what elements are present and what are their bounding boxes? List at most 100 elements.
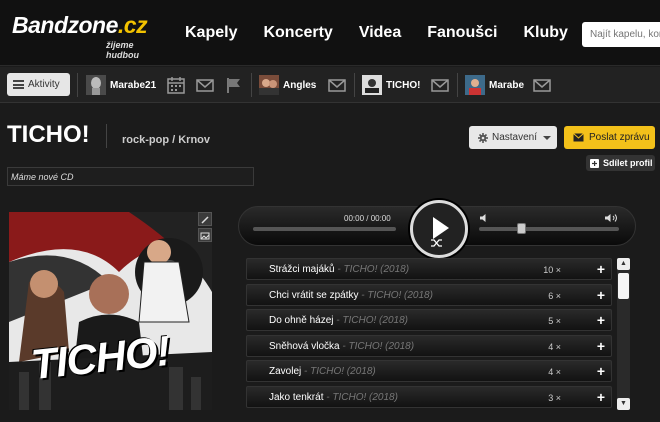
band-photo-icon: [259, 75, 279, 95]
time-display: 00:00 / 00:00: [344, 214, 391, 223]
envelope-icon[interactable]: [327, 75, 347, 95]
activity-bar: Aktivity Marabe21 Angles TICHO! Marabe: [0, 67, 660, 103]
track-row[interactable]: Zavolej - TICHO! (2018) 4 × +: [246, 360, 612, 382]
edit-icon[interactable]: [198, 212, 212, 226]
track-title: Do ohně házej: [269, 315, 334, 326]
track-meta: TICHO! (2018): [332, 391, 398, 403]
user-item-marabe21[interactable]: Marabe21: [86, 73, 156, 97]
track-meta: TICHO! (2018): [348, 340, 415, 352]
settings-label: Nastavení: [492, 132, 538, 143]
send-message-label: Poslat zprávu: [589, 132, 650, 143]
track-list-scrollbar[interactable]: ▲ ▼: [617, 258, 630, 410]
track-row[interactable]: Strážci majáků - TICHO! (2018) 10 × +: [246, 258, 612, 280]
add-track-button[interactable]: +: [597, 312, 605, 328]
avatar: [362, 75, 382, 95]
track-row[interactable]: Chci vrátit se zpátky - TICHO! (2018) 6 …: [246, 283, 612, 306]
track-meta: TICHO! (2018): [342, 315, 408, 326]
volume-low-icon[interactable]: [479, 213, 489, 223]
nav-kapely[interactable]: Kapely: [185, 24, 237, 42]
play-count: 6 ×: [548, 290, 561, 301]
track-separator: -: [339, 340, 349, 352]
share-profile-label: Sdílet profil: [603, 158, 653, 168]
logo-domain-text: .cz: [117, 12, 148, 38]
add-track-button[interactable]: +: [597, 261, 605, 277]
envelope-icon[interactable]: [195, 75, 215, 95]
logo-tagline: žijeme hudbou: [106, 40, 139, 60]
add-track-button[interactable]: +: [597, 363, 605, 379]
track-row[interactable]: Sněhová vločka - TICHO! (2018) 4 × +: [246, 334, 612, 357]
track-meta: TICHO! (2018): [343, 264, 410, 275]
top-bar: Bandzone.cz žijeme hudbou Kapely Koncert…: [0, 0, 660, 66]
avatar: [259, 75, 279, 95]
play-count: 4 ×: [548, 341, 561, 352]
play-count: 5 ×: [548, 316, 561, 326]
volume-high-icon[interactable]: [604, 213, 620, 223]
share-profile-button[interactable]: Sdílet profil: [586, 155, 655, 171]
progress-bar[interactable]: [253, 227, 396, 231]
gear-icon: [478, 132, 488, 143]
track-row[interactable]: Do ohně házej - TICHO! (2018) 5 × +: [246, 309, 612, 331]
play-count: 4 ×: [548, 367, 561, 377]
volume-slider[interactable]: [479, 227, 619, 231]
caret-down-icon: [543, 135, 552, 140]
activity-button-label: Aktivity: [28, 79, 60, 90]
nav-videa[interactable]: Videa: [359, 24, 401, 42]
image-icon[interactable]: [198, 228, 212, 242]
nav-koncerty[interactable]: Koncerty: [263, 24, 332, 42]
add-track-button[interactable]: +: [597, 389, 605, 405]
list-icon: [13, 80, 24, 89]
calendar-icon[interactable]: [166, 75, 186, 95]
status-message: Máme nové CD: [7, 167, 254, 186]
user-item-ticho[interactable]: TICHO!: [362, 73, 420, 97]
user-name: Marabe21: [110, 79, 157, 91]
avatar: [86, 75, 106, 95]
track-separator: -: [301, 366, 311, 377]
band-name: TICHO!: [7, 121, 90, 148]
nav-kluby[interactable]: Kluby: [523, 24, 567, 42]
flag-icon[interactable]: [224, 75, 244, 95]
shuffle-icon[interactable]: [430, 238, 443, 248]
track-list: Strážci majáků - TICHO! (2018) 10 × + Ch…: [246, 258, 612, 411]
send-message-button[interactable]: Poslat zprávu: [564, 126, 655, 149]
band-photo-icon: [465, 75, 485, 95]
nav-fanousci[interactable]: Fanoušci: [427, 24, 497, 42]
user-item-angles[interactable]: Angles: [259, 73, 316, 97]
band-photo-icon: [362, 75, 382, 95]
add-track-button[interactable]: +: [597, 287, 605, 303]
track-title: Strážci majáků: [269, 264, 335, 275]
logo-main-text: Bandzone: [12, 12, 118, 38]
divider: [457, 73, 458, 97]
search-input[interactable]: [582, 22, 660, 47]
volume-slider-handle[interactable]: [517, 223, 526, 234]
avatar: [465, 75, 485, 95]
envelope-icon[interactable]: [430, 75, 450, 95]
divider: [77, 73, 78, 97]
envelope-icon[interactable]: [532, 75, 552, 95]
track-title: Zavolej: [269, 366, 302, 377]
track-title: Jako tenkrát: [269, 391, 324, 403]
track-title: Sněhová vločka: [269, 340, 340, 352]
user-name: Marabe: [489, 79, 525, 91]
track-row[interactable]: Jako tenkrát - TICHO! (2018) 3 × +: [246, 385, 612, 408]
person-icon: [86, 75, 106, 95]
scroll-up-arrow-icon[interactable]: ▲: [617, 258, 630, 270]
envelope-icon: [573, 133, 584, 142]
divider: [106, 124, 107, 148]
scroll-down-arrow-icon[interactable]: ▼: [617, 398, 630, 410]
track-meta: TICHO! (2018): [367, 289, 433, 301]
settings-dropdown-button[interactable]: Nastavení: [469, 126, 557, 149]
play-count: 3 ×: [548, 392, 561, 403]
add-track-button[interactable]: +: [597, 338, 605, 354]
play-button[interactable]: [410, 200, 468, 258]
band-genre: rock-pop / Krnov: [122, 134, 211, 146]
track-title: Chci vrátit se zpátky: [269, 289, 359, 301]
album-cover[interactable]: TICHO!: [9, 212, 212, 410]
user-name: TICHO!: [386, 79, 421, 91]
user-name: Angles: [283, 79, 317, 91]
site-logo[interactable]: Bandzone.cz žijeme hudbou: [12, 12, 162, 60]
scrollbar-thumb[interactable]: [618, 273, 629, 299]
main-nav: Kapely Koncerty Videa Fanoušci Kluby: [185, 24, 594, 42]
activity-button[interactable]: Aktivity: [7, 73, 70, 96]
user-item-marabe[interactable]: Marabe: [465, 73, 524, 97]
plus-square-icon: [590, 158, 599, 168]
